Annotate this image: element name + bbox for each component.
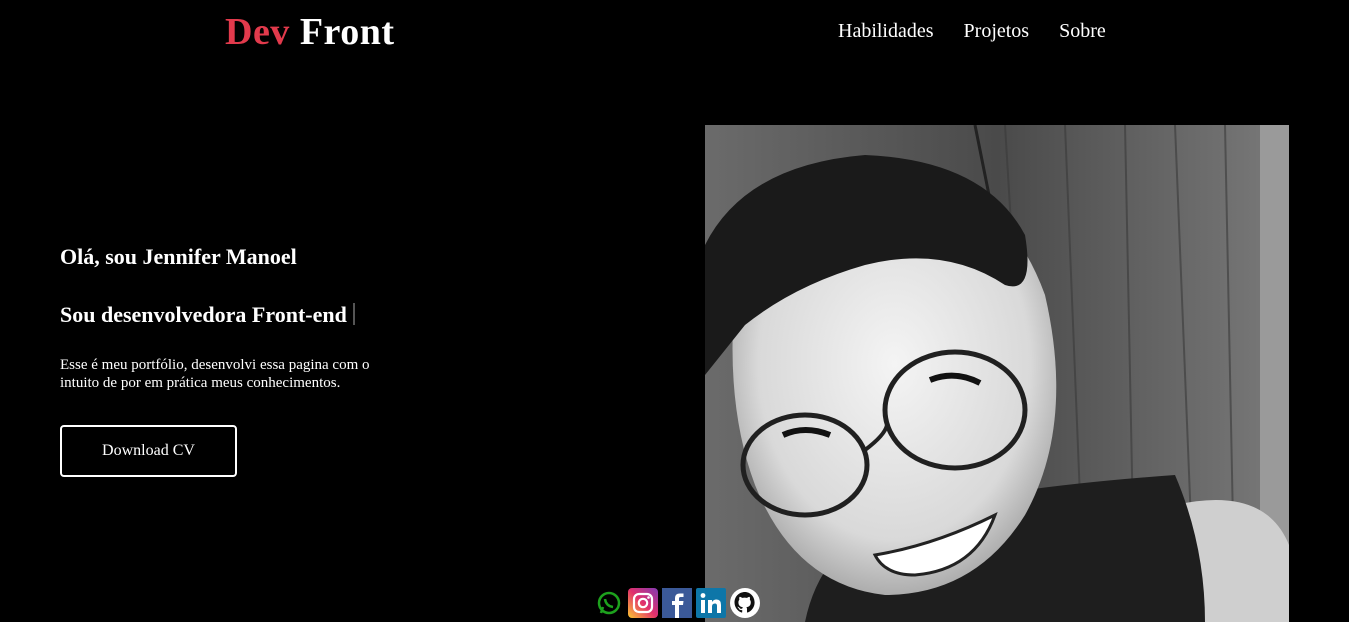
instagram-icon[interactable] — [628, 588, 658, 618]
whatsapp-icon[interactable] — [594, 588, 624, 618]
download-cv-button[interactable]: Download CV — [60, 425, 237, 477]
github-icon[interactable] — [730, 588, 760, 618]
linkedin-icon[interactable] — [696, 588, 726, 618]
logo-accent: Dev — [225, 11, 290, 53]
hero-role-text: Sou desenvolvedora Front-end — [60, 302, 347, 327]
logo[interactable]: Dev Front — [225, 10, 395, 54]
hero-intro: Olá, sou Jennifer Manoel Sou desenvolved… — [60, 244, 390, 392]
facebook-icon[interactable] — [662, 588, 692, 618]
profile-photo — [705, 125, 1289, 622]
nav-link-habilidades[interactable]: Habilidades — [838, 20, 934, 43]
logo-rest: Front — [299, 11, 395, 53]
hero-description: Esse é meu portfólio, desenvolvi essa pa… — [60, 357, 370, 391]
nav-link-projetos[interactable]: Projetos — [964, 20, 1030, 43]
social-links — [594, 588, 760, 618]
main-nav: Habilidades Projetos Sobre — [838, 20, 1106, 43]
typing-caret — [352, 303, 355, 325]
hero-greeting: Olá, sou Jennifer Manoel — [60, 244, 297, 269]
hero-role: Sou desenvolvedora Front-end — [60, 302, 390, 328]
profile-photo-image — [705, 125, 1289, 622]
nav-link-sobre[interactable]: Sobre — [1059, 20, 1106, 43]
